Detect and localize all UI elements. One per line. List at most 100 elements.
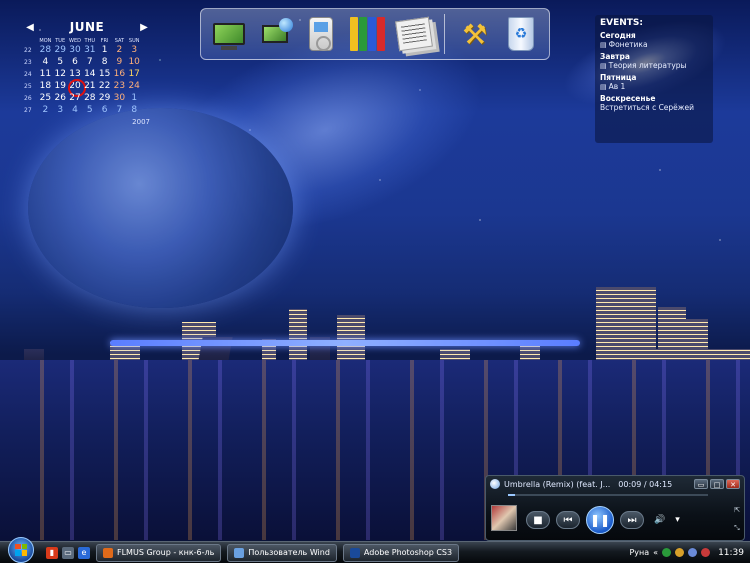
event-text: Фонетика — [608, 40, 648, 49]
calendar-day[interactable]: 5 — [53, 57, 68, 67]
calendar-day[interactable]: 3 — [127, 45, 142, 55]
week-number: 22 — [24, 46, 32, 54]
close-button[interactable]: ✕ — [726, 479, 740, 489]
monitor-icon[interactable] — [209, 14, 249, 54]
week-number: 23 — [24, 58, 32, 66]
calendar-prev-arrow-icon[interactable]: ◀ — [24, 22, 36, 33]
calendar-gadget: ◀ JUNE ▶ MON TUE WED THU FRI SAT SUN 22 … — [24, 18, 150, 126]
calendar-day[interactable]: 13 — [68, 69, 83, 79]
event-item[interactable]: ▤ Теория литературы — [600, 61, 708, 70]
week-number: 25 — [24, 82, 32, 90]
clock[interactable]: 11:39 — [718, 548, 744, 558]
week-number: 26 — [24, 94, 32, 102]
calendar-day[interactable]: 4 — [38, 57, 53, 67]
event-text: Теория литературы — [608, 61, 687, 70]
calendar-day[interactable]: 28 — [82, 93, 97, 103]
restore-button[interactable]: ▭ — [694, 479, 708, 489]
calendar-day[interactable]: 9 — [112, 57, 127, 67]
start-button[interactable] — [8, 536, 34, 563]
calendar-month: JUNE — [69, 20, 105, 34]
event-item[interactable]: Встретиться с Серёжей — [600, 103, 708, 112]
calendar-day[interactable]: 1 — [97, 45, 112, 55]
language-indicator[interactable]: Руна — [629, 548, 649, 557]
network-tray-icon[interactable] — [662, 548, 672, 557]
pause-button[interactable]: ❚❚ — [586, 506, 614, 534]
calendar-day[interactable]: 7 — [82, 57, 97, 67]
calendar-day[interactable]: 26 — [53, 93, 68, 103]
taskbar-button-user[interactable]: Пользователь Wind — [227, 543, 337, 562]
calendar-day[interactable]: 2 — [38, 105, 53, 115]
playback-controls: ■ ⏮ ❚❚ ⏭ 🔊 ▾ — [526, 505, 706, 535]
event-item[interactable]: ▤ Фонетика — [600, 40, 708, 49]
calendar-day[interactable]: 22 — [97, 81, 112, 91]
calendar-day[interactable]: 8 — [97, 57, 112, 67]
calendar-day[interactable]: 2 — [112, 45, 127, 55]
taskbar-button-label: Adobe Photoshop CS3 — [363, 548, 453, 557]
calendar-day[interactable]: 11 — [38, 69, 53, 79]
calendar-day[interactable]: 24 — [127, 81, 142, 91]
city-skyline — [0, 272, 750, 367]
ipod-icon[interactable] — [301, 14, 341, 54]
ie-icon[interactable]: e — [78, 546, 90, 559]
weekday-label: WED — [69, 38, 81, 44]
calendar-day-today[interactable]: 20 — [67, 79, 86, 97]
calendar-day[interactable]: 19 — [53, 81, 68, 91]
calendar-header: ◀ JUNE ▶ — [24, 18, 150, 36]
calendar-day[interactable]: 4 — [68, 105, 83, 115]
volume-dropdown-icon[interactable]: ▾ — [675, 515, 680, 525]
calendar-day[interactable]: 18 — [38, 81, 53, 91]
calendar-day[interactable]: 17 — [127, 69, 142, 79]
calendar-day[interactable]: 27 — [68, 93, 83, 103]
calendar-day[interactable]: 29 — [97, 93, 112, 103]
papers-icon[interactable] — [394, 14, 434, 54]
calendar-day[interactable]: 5 — [82, 105, 97, 115]
calendar-day[interactable]: 3 — [53, 105, 68, 115]
track-time: 00:09 / 04:15 — [618, 479, 673, 489]
tray-arrow-icon[interactable]: « — [653, 548, 658, 557]
maximize-button[interactable]: □ — [710, 479, 724, 489]
calendar-day[interactable]: 16 — [112, 69, 127, 79]
window-controls: ▭ □ ✕ — [694, 479, 740, 489]
calendar-weekdays: MON TUE WED THU FRI SAT SUN — [38, 38, 150, 44]
calendar-day[interactable]: 21 — [82, 81, 97, 91]
tools-icon[interactable]: ⚒ — [455, 14, 495, 54]
calendar-day[interactable]: 12 — [53, 69, 68, 79]
app-tray-icon[interactable] — [701, 548, 711, 557]
calendar-day[interactable]: 25 — [38, 93, 53, 103]
calendar-day[interactable]: 30 — [68, 45, 83, 55]
quick-launch-app-icon[interactable]: ▮ — [46, 546, 58, 559]
previous-button[interactable]: ⏮ — [556, 511, 580, 529]
calendar-day[interactable]: 8 — [127, 105, 142, 115]
next-button[interactable]: ⏭ — [620, 511, 644, 529]
album-art — [491, 505, 517, 531]
calendar-day[interactable]: 29 — [53, 45, 68, 55]
calendar-day[interactable]: 14 — [82, 69, 97, 79]
calendar-next-arrow-icon[interactable]: ▶ — [138, 22, 150, 33]
taskbar-button-firefox[interactable]: FLMUS Group - кнк-6-ль — [96, 543, 222, 562]
network-icon[interactable] — [255, 14, 295, 54]
taskbar-button-photoshop[interactable]: Adobe Photoshop CS3 — [342, 543, 460, 562]
security-tray-icon[interactable] — [675, 548, 685, 557]
volume-icon[interactable]: 🔊 — [654, 515, 665, 525]
weekday-label: THU — [84, 38, 96, 44]
volume-tray-icon[interactable] — [688, 548, 698, 557]
stop-button[interactable]: ■ — [526, 511, 550, 529]
calendar-day[interactable]: 6 — [97, 105, 112, 115]
recycle-bin-icon[interactable]: ♻ — [501, 14, 541, 54]
resize-grip-icon[interactable]: ⤡ — [734, 524, 740, 533]
show-desktop-icon[interactable]: ▭ — [62, 546, 74, 559]
calendar-day[interactable]: 23 — [112, 81, 127, 91]
calendar-day[interactable]: 7 — [112, 105, 127, 115]
track-title: Umbrella (Remix) (feat. J... — [504, 479, 611, 489]
calendar-day[interactable]: 30 — [112, 93, 127, 103]
binders-icon[interactable] — [347, 14, 387, 54]
calendar-day[interactable]: 15 — [97, 69, 112, 79]
calendar-day[interactable]: 1 — [127, 93, 142, 103]
switch-to-library-icon[interactable]: ⇱ — [734, 506, 740, 514]
calendar-day[interactable]: 10 — [127, 57, 142, 67]
calendar-day[interactable]: 6 — [68, 57, 83, 67]
calendar-day[interactable]: 28 — [38, 45, 53, 55]
seek-bar[interactable] — [508, 494, 708, 496]
calendar-day[interactable]: 31 — [82, 45, 97, 55]
event-item[interactable]: ▤ Ав 1 — [600, 82, 708, 91]
